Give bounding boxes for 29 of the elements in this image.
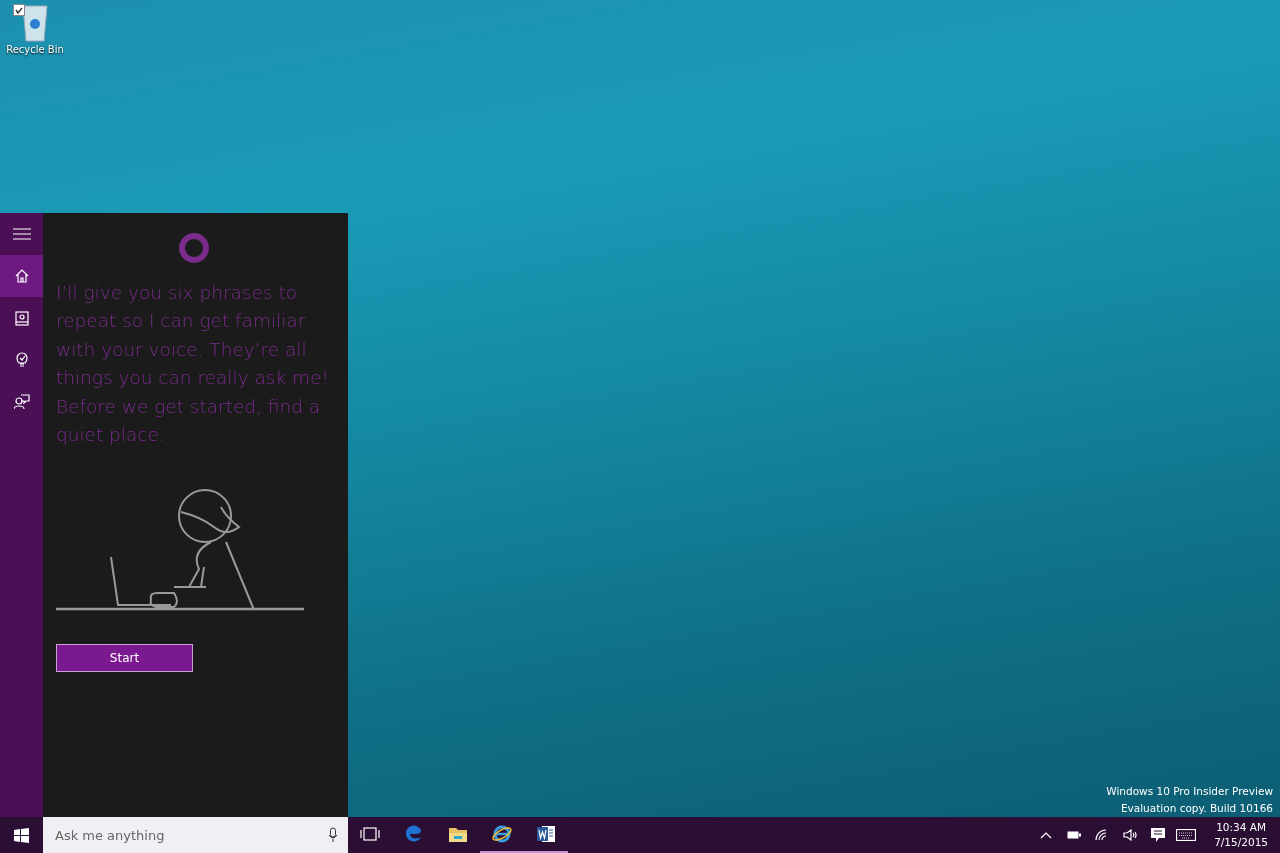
watermark-text: Windows 10 Pro Insider Preview [1106,784,1273,799]
speaker-icon[interactable] [1123,829,1138,841]
watermark-text: Evaluation copy. Build 10166 [1120,801,1273,816]
chevron-up-icon[interactable] [1040,831,1053,839]
checkbox[interactable] [13,4,25,16]
cortana-message: I’ll give you six phrases to repeat so I can get familiar with your voice. They’re all things you can really ask me! Before we get started, find a quiet place. [56,281,330,448]
windows-logo-icon [14,827,29,843]
notebook-icon [14,310,29,326]
folder-icon [448,825,468,843]
feedback-icon [13,394,30,410]
clock-date[interactable]: 7/15/2015 [1214,835,1268,850]
lightbulb-icon [15,352,28,368]
start-button[interactable]: Start [56,644,193,673]
edge-browser-icon [404,824,424,844]
word-document-icon [536,824,556,844]
desktop-icon-label: Recycle Bin [6,44,64,55]
clock-time[interactable]: 10:34 AM [1216,820,1266,835]
task-view-icon [360,827,380,841]
search-box[interactable]: Ask me anything [43,817,348,853]
sidebar-item[interactable] [0,255,43,297]
internet-explorer-icon [491,824,513,844]
keyboard-icon[interactable] [1176,829,1197,841]
search-field[interactable]: Ask me anything [53,826,328,844]
home-icon [14,269,29,283]
menu-icon [12,227,31,241]
microphone-icon[interactable] [328,827,338,843]
battery-icon[interactable] [1067,831,1082,839]
cortana-ring-icon [177,231,211,265]
notification-icon[interactable] [1151,827,1166,843]
